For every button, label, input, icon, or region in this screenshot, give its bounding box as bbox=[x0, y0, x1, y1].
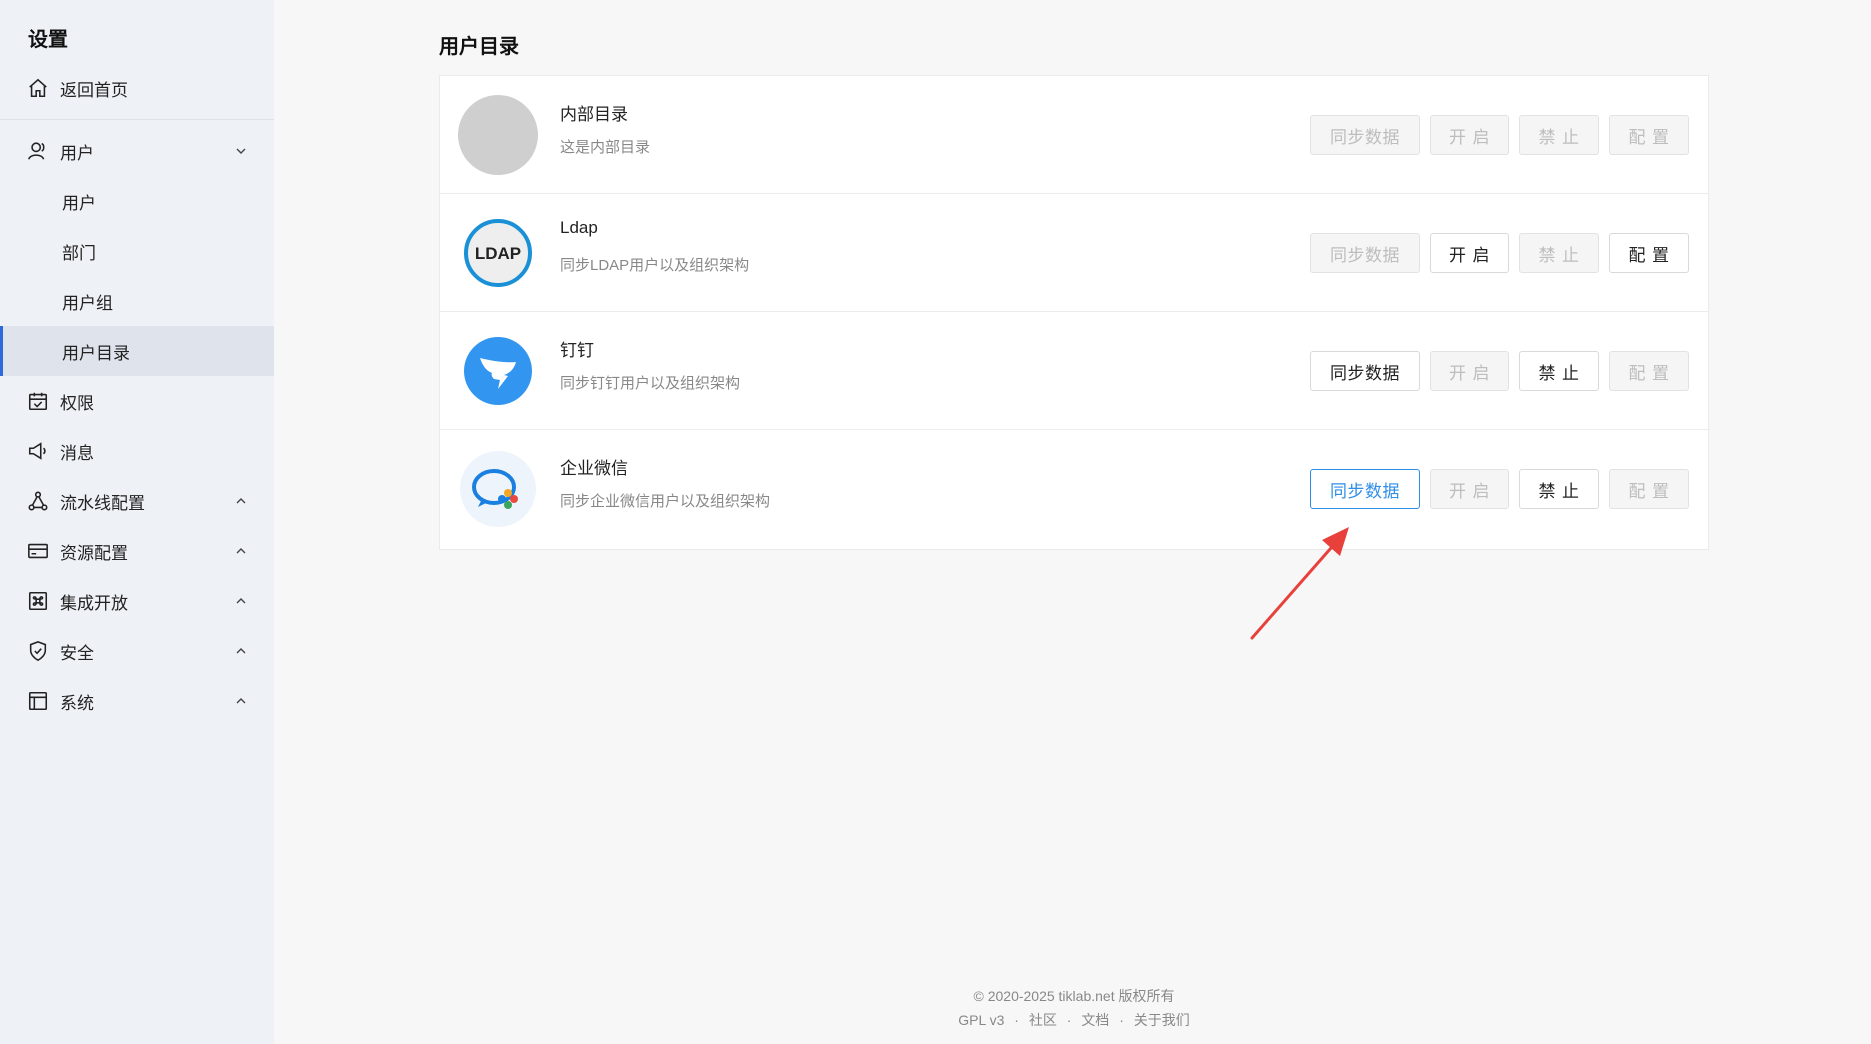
sidebar-item-label: 安全 bbox=[60, 643, 94, 663]
user-icon bbox=[26, 139, 50, 163]
directory-row-dingtalk: 钉钉 同步钉钉用户以及组织架构 同步数据 开 启 禁 止 配 置 bbox=[440, 312, 1708, 430]
about-link[interactable]: 关于我们 bbox=[1134, 1012, 1190, 1028]
directory-name: Ldap bbox=[560, 218, 598, 237]
ldap-logo: LDAP bbox=[458, 213, 538, 293]
directory-name: 钉钉 bbox=[560, 341, 594, 360]
directory-desc: 同步LDAP用户以及组织架构 bbox=[560, 257, 750, 274]
enable-button[interactable]: 开 启 bbox=[1430, 115, 1509, 155]
disable-button[interactable]: 禁 止 bbox=[1519, 115, 1599, 155]
dingtalk-logo bbox=[458, 331, 538, 411]
home-icon bbox=[26, 76, 50, 100]
sidebar-subitem-label: 用户目录 bbox=[62, 343, 130, 363]
app-root: 设置 返回首页 用户 用户 部门 用户组 用户目录 权限 消息 流水线配置 资源… bbox=[0, 0, 1871, 1044]
directory-desc: 同步钉钉用户以及组织架构 bbox=[560, 375, 741, 392]
enable-button[interactable]: 开 启 bbox=[1430, 351, 1509, 391]
footer-separator: · bbox=[1066, 1012, 1072, 1028]
config-button[interactable]: 配 置 bbox=[1609, 469, 1689, 509]
sidebar-item-label: 用户 bbox=[60, 143, 94, 163]
directory-desc: 这是内部目录 bbox=[560, 139, 651, 156]
sidebar-item-label: 权限 bbox=[60, 393, 94, 413]
chevron-up-icon bbox=[234, 544, 248, 558]
docs-link[interactable]: 文档 bbox=[1081, 1012, 1109, 1028]
sidebar-subitem-label: 用户 bbox=[62, 193, 96, 213]
disable-button[interactable]: 禁 止 bbox=[1519, 469, 1599, 509]
directory-row-internal: 内部目录 这是内部目录 同步数据 开 启 禁 止 配 置 bbox=[440, 76, 1708, 194]
chevron-up-icon bbox=[234, 494, 248, 508]
footer-separator: · bbox=[1014, 1012, 1019, 1028]
config-button[interactable]: 配 置 bbox=[1609, 115, 1689, 155]
layout-icon bbox=[26, 689, 50, 713]
directory-list: 内部目录 这是内部目录 同步数据 开 启 禁 止 配 置 LDAP Ldap 同… bbox=[439, 75, 1709, 550]
chevron-down-icon bbox=[234, 144, 248, 158]
sidebar-item-resource-config[interactable]: 资源配置 bbox=[0, 526, 274, 576]
sidebar-item-label: 流水线配置 bbox=[60, 493, 145, 513]
config-button[interactable]: 配 置 bbox=[1609, 351, 1689, 391]
disable-button[interactable]: 禁 止 bbox=[1519, 351, 1599, 391]
footer-links: GPL v3 · 社区 · 文档 · 关于我们 bbox=[439, 1010, 1709, 1030]
sync-data-button[interactable]: 同步数据 bbox=[1310, 469, 1420, 509]
chevron-up-icon bbox=[234, 594, 248, 608]
chevron-up-icon bbox=[234, 644, 248, 658]
internal-directory-logo bbox=[458, 95, 538, 175]
sidebar-subitem-departments[interactable]: 部门 bbox=[0, 226, 274, 276]
enable-button[interactable]: 开 启 bbox=[1430, 469, 1509, 509]
chevron-up-icon bbox=[234, 694, 248, 708]
license-link[interactable]: GPL v3 bbox=[958, 1012, 1004, 1028]
disable-button[interactable]: 禁 止 bbox=[1519, 233, 1599, 273]
sidebar-item-permissions[interactable]: 权限 bbox=[0, 376, 274, 426]
footer-copyright: © 2020-2025 tiklab.net 版权所有 bbox=[973, 988, 1175, 1004]
directory-row-wecom: 企业微信 同步企业微信用户以及组织架构 同步数据 开 启 禁 止 配 置 bbox=[440, 430, 1708, 548]
sidebar-item-label: 消息 bbox=[60, 443, 94, 463]
main-content: 用户目录 内部目录 这是内部目录 同步数据 开 启 禁 止 配 置 LDAP L… bbox=[274, 0, 1871, 1044]
sidebar-item-pipeline-config[interactable]: 流水线配置 bbox=[0, 476, 274, 526]
config-button[interactable]: 配 置 bbox=[1609, 233, 1689, 273]
enable-button[interactable]: 开 启 bbox=[1430, 233, 1509, 273]
sidebar-divider bbox=[0, 119, 274, 120]
directory-desc: 同步企业微信用户以及组织架构 bbox=[560, 493, 771, 510]
sidebar-subitem-label: 用户组 bbox=[62, 293, 113, 313]
sidebar-subitem-label: 部门 bbox=[62, 243, 96, 263]
sidebar-subitem-user-groups[interactable]: 用户组 bbox=[0, 276, 274, 326]
page-title: 用户目录 bbox=[439, 36, 519, 58]
directory-name: 企业微信 bbox=[560, 459, 628, 478]
sidebar-item-home[interactable]: 返回首页 bbox=[0, 63, 274, 113]
sidebar-item-label: 资源配置 bbox=[60, 543, 128, 563]
sync-data-button[interactable]: 同步数据 bbox=[1310, 115, 1420, 155]
ldap-logo-text: LDAP bbox=[475, 244, 521, 263]
sidebar-item-label: 集成开放 bbox=[60, 593, 128, 613]
directory-name: 内部目录 bbox=[560, 105, 628, 124]
footer-separator: · bbox=[1119, 1012, 1124, 1028]
sync-data-button[interactable]: 同步数据 bbox=[1310, 351, 1420, 391]
community-link[interactable]: 社区 bbox=[1029, 1012, 1057, 1028]
megaphone-icon bbox=[26, 439, 50, 463]
sidebar: 设置 返回首页 用户 用户 部门 用户组 用户目录 权限 消息 流水线配置 资源… bbox=[0, 0, 274, 1044]
sidebar-title: 设置 bbox=[28, 29, 68, 51]
card-icon bbox=[26, 539, 50, 563]
sidebar-item-system[interactable]: 系统 bbox=[0, 676, 274, 726]
sidebar-subitem-users[interactable]: 用户 bbox=[0, 176, 274, 226]
sidebar-item-security[interactable]: 安全 bbox=[0, 626, 274, 676]
sidebar-item-users-group[interactable]: 用户 bbox=[0, 126, 274, 176]
calendar-check-icon bbox=[26, 389, 50, 413]
sidebar-item-messages[interactable]: 消息 bbox=[0, 426, 274, 476]
command-icon bbox=[26, 589, 50, 613]
sidebar-item-label: 返回首页 bbox=[60, 80, 128, 100]
sidebar-item-label: 系统 bbox=[60, 693, 94, 713]
shield-icon bbox=[26, 639, 50, 663]
sync-data-button[interactable]: 同步数据 bbox=[1310, 233, 1420, 273]
sidebar-subitem-user-directory[interactable]: 用户目录 bbox=[0, 326, 274, 376]
sidebar-item-integration[interactable]: 集成开放 bbox=[0, 576, 274, 626]
directory-row-ldap: LDAP Ldap 同步LDAP用户以及组织架构 同步数据 开 启 禁 止 配 … bbox=[440, 194, 1708, 312]
network-icon bbox=[26, 489, 50, 513]
wecom-logo bbox=[458, 449, 538, 529]
